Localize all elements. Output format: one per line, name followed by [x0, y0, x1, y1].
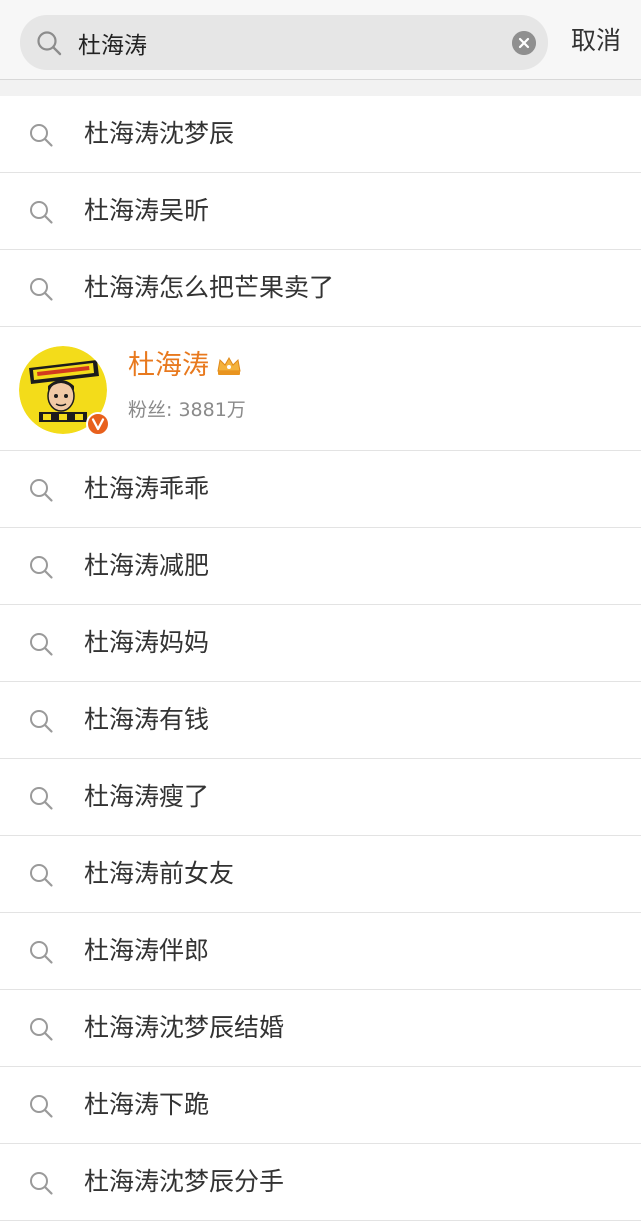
suggestion-list-bottom: 杜海涛乖乖 杜海涛减肥 杜海涛妈妈 杜海涛有钱 杜海涛瘦了 杜海涛前女友 杜海涛… [0, 451, 641, 1221]
suggestion-item[interactable]: 杜海涛沈梦辰 [0, 96, 641, 173]
search-icon [30, 1095, 53, 1118]
suggestion-label: 杜海涛有钱 [84, 705, 210, 734]
suggestion-item[interactable]: 杜海涛乖乖 [0, 451, 641, 528]
suggestion-item[interactable]: 杜海涛瘦了 [0, 759, 641, 836]
search-box[interactable] [20, 15, 548, 70]
suggestion-label: 杜海涛下跪 [84, 1090, 210, 1119]
search-header: 取消 [0, 0, 641, 80]
clear-icon[interactable] [512, 31, 536, 55]
search-icon [30, 124, 53, 147]
section-spacer [0, 80, 641, 96]
suggestion-item[interactable]: 杜海涛前女友 [0, 836, 641, 913]
suggestion-item[interactable]: 杜海涛怎么把芒果卖了 [0, 250, 641, 327]
user-name[interactable]: 杜海涛 [128, 350, 209, 381]
search-icon [30, 941, 53, 964]
suggestion-label: 杜海涛伴郎 [84, 936, 210, 965]
follower-count: 粉丝: 3881万 [128, 399, 246, 421]
search-icon [30, 556, 53, 579]
search-icon [30, 787, 53, 810]
search-icon [37, 31, 62, 56]
suggestion-list-top: 杜海涛沈梦辰 杜海涛吴昕 杜海涛怎么把芒果卖了 [0, 96, 641, 327]
search-icon [30, 479, 53, 502]
suggestion-item[interactable]: 杜海涛沈梦辰分手 [0, 1144, 641, 1221]
suggestion-label: 杜海涛减肥 [84, 551, 210, 580]
search-input[interactable] [78, 15, 488, 70]
verified-v-icon [86, 412, 110, 436]
suggestion-label: 杜海涛妈妈 [84, 628, 210, 657]
search-icon [30, 278, 53, 301]
suggestion-label: 杜海涛乖乖 [84, 474, 210, 503]
crown-icon [217, 356, 241, 375]
search-icon [30, 710, 53, 733]
suggestion-label: 杜海涛前女友 [84, 859, 235, 888]
suggestion-label: 杜海涛瘦了 [84, 782, 210, 811]
suggestion-label: 杜海涛沈梦辰结婚 [84, 1013, 285, 1042]
suggestion-label: 杜海涛怎么把芒果卖了 [84, 273, 335, 302]
suggestion-item[interactable]: 杜海涛妈妈 [0, 605, 641, 682]
suggestion-item[interactable]: 杜海涛吴昕 [0, 173, 641, 250]
suggestion-label: 杜海涛吴昕 [84, 196, 210, 225]
suggestion-item[interactable]: 杜海涛有钱 [0, 682, 641, 759]
search-icon [30, 1018, 53, 1041]
suggestion-item[interactable]: 杜海涛减肥 [0, 528, 641, 605]
search-icon [30, 201, 53, 224]
suggestion-item[interactable]: 杜海涛伴郎 [0, 913, 641, 990]
suggestion-label: 杜海涛沈梦辰 [84, 119, 235, 148]
suggestion-label: 杜海涛沈梦辰分手 [84, 1167, 285, 1196]
user-name-line: 杜海涛 [128, 348, 242, 384]
search-icon [30, 1172, 53, 1195]
search-icon [30, 864, 53, 887]
suggestion-item[interactable]: 杜海涛沈梦辰结婚 [0, 990, 641, 1067]
cancel-button[interactable]: 取消 [571, 25, 621, 57]
search-icon [30, 633, 53, 656]
user-result-card[interactable]: 杜海涛 粉丝: 3881万 [0, 327, 641, 451]
suggestion-item[interactable]: 杜海涛下跪 [0, 1067, 641, 1144]
